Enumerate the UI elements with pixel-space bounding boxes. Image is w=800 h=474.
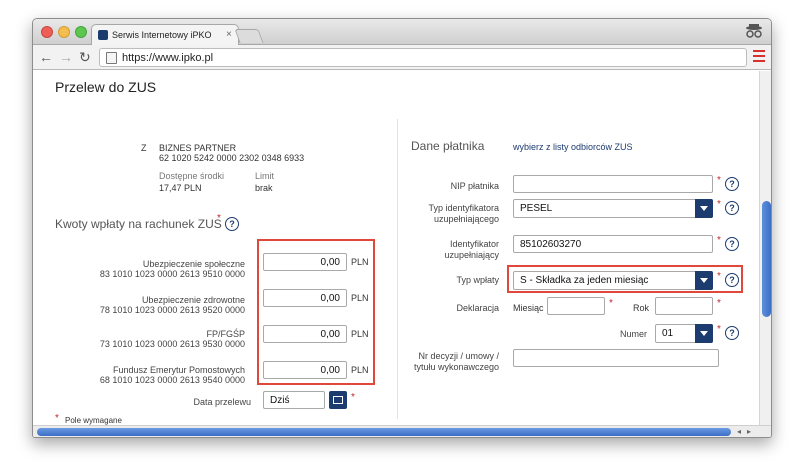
- reload-button[interactable]: ↻: [79, 49, 91, 65]
- payment-type-help-icon[interactable]: ?: [725, 273, 739, 287]
- decision-number-input[interactable]: [513, 349, 719, 367]
- amount-row-2-input[interactable]: [263, 289, 347, 307]
- browser-toolbar: ← → ↻ https://www.ipko.pl: [33, 45, 771, 70]
- sender-account: 62 1020 5242 0000 2302 0348 6933: [159, 153, 305, 163]
- required-star: *: [717, 324, 721, 335]
- back-button[interactable]: ←: [39, 49, 53, 65]
- browser-menu-icon[interactable]: [753, 50, 765, 64]
- id-type-label-line2: uzupełniającego: [433, 214, 499, 224]
- payment-type-select[interactable]: S - Składka za jeden miesiąc: [513, 271, 713, 290]
- new-tab-button[interactable]: [234, 29, 264, 43]
- amount-row-1-input[interactable]: [263, 253, 347, 271]
- payer-section-title: Dane płatnika: [411, 139, 485, 153]
- nip-label: NIP płatnika: [450, 181, 499, 191]
- year-input[interactable]: [655, 297, 713, 315]
- decision-label-line1: Nr decyzji / umowy /: [418, 351, 499, 361]
- available-funds-value: 17,47 PLN: [159, 183, 202, 193]
- close-window-button[interactable]: [41, 26, 53, 38]
- address-bar[interactable]: https://www.ipko.pl: [99, 48, 747, 67]
- amount-row-1-account: 83 1010 1023 0000 2613 9510 0000: [99, 269, 245, 279]
- maximize-window-button[interactable]: [75, 26, 87, 38]
- vertical-scrollbar-thumb[interactable]: [762, 201, 771, 317]
- forward-button[interactable]: →: [59, 49, 73, 65]
- number-select[interactable]: 01: [655, 324, 713, 343]
- required-note-star: *: [55, 413, 59, 424]
- amount-row-4-input[interactable]: [263, 361, 347, 379]
- limit-value: brak: [255, 183, 273, 193]
- page-title: Przelew do ZUS: [55, 79, 157, 95]
- number-selected: 01: [662, 328, 674, 339]
- transfer-date-label: Data przelewu: [193, 397, 251, 407]
- scroll-left-icon[interactable]: ◂: [737, 427, 741, 436]
- amounts-help-icon[interactable]: ?: [225, 217, 239, 231]
- payment-type-label: Typ wpłaty: [456, 275, 499, 285]
- ipko-favicon-icon: [98, 30, 108, 40]
- browser-tab[interactable]: Serwis Internetowy iPKO ×: [91, 24, 239, 45]
- id-label-line2: uzupełniający: [444, 250, 499, 260]
- number-label: Numer: [619, 329, 647, 339]
- id-type-help-icon[interactable]: ?: [725, 201, 739, 215]
- declaration-label: Deklaracja: [456, 303, 499, 313]
- limit-label: Limit: [255, 171, 275, 181]
- required-star: *: [717, 175, 721, 186]
- nip-input[interactable]: [513, 175, 713, 193]
- amount-row-4-account: 68 1010 1023 0000 2613 9540 0000: [99, 375, 245, 385]
- scroll-right-icon[interactable]: ▸: [747, 427, 751, 436]
- month-input[interactable]: [547, 297, 605, 315]
- supplementary-id-input[interactable]: [513, 235, 713, 253]
- amount-row-2-account: 78 1010 1023 0000 2613 9520 0000: [99, 305, 245, 315]
- chevron-down-icon: [695, 324, 713, 343]
- year-label: Rok: [633, 303, 650, 313]
- horizontal-scrollbar-thumb[interactable]: [37, 428, 731, 436]
- url-text: https://www.ipko.pl: [122, 52, 214, 64]
- amount-row-4-currency: PLN: [351, 365, 369, 375]
- vertical-scrollbar[interactable]: [759, 71, 771, 425]
- number-help-icon[interactable]: ?: [725, 326, 739, 340]
- id-type-label-line1: Typ identyfikatora: [428, 203, 499, 213]
- supplementary-id-help-icon[interactable]: ?: [725, 237, 739, 251]
- required-note: Pole wymagane: [65, 416, 122, 425]
- payment-type-selected: S - Składka za jeden miesiąc: [520, 275, 649, 286]
- chevron-down-icon: [695, 199, 713, 218]
- decision-label-line2: tytułu wykonawczego: [413, 362, 499, 372]
- choose-zus-recipient-link[interactable]: wybierz z listy odbiorców ZUS: [513, 142, 633, 152]
- id-type-selected: PESEL: [520, 203, 553, 214]
- sender-prefix: Z: [141, 143, 147, 153]
- amounts-section-title: Kwoty wpłaty na rachunek ZUS: [55, 217, 222, 231]
- nip-help-icon[interactable]: ?: [725, 177, 739, 191]
- required-star: *: [717, 298, 721, 309]
- required-star: *: [717, 235, 721, 246]
- title-bar: Serwis Internetowy iPKO ×: [33, 19, 771, 45]
- required-star: *: [717, 271, 721, 282]
- required-star: *: [609, 298, 613, 309]
- browser-window: Serwis Internetowy iPKO × ← → ↻ https://…: [32, 18, 772, 438]
- amount-row-1-currency: PLN: [351, 257, 369, 267]
- amount-row-3-input[interactable]: [263, 325, 347, 343]
- section-divider: [397, 119, 398, 419]
- close-tab-icon[interactable]: ×: [226, 29, 232, 40]
- page-content: Przelew do ZUS Z BIZNES PARTNER 62 1020 …: [33, 71, 759, 425]
- id-type-select[interactable]: PESEL: [513, 199, 713, 218]
- tab-title: Serwis Internetowy iPKO: [112, 30, 212, 40]
- required-star: *: [217, 213, 221, 224]
- amount-row-3-account: 73 1010 1023 0000 2613 9530 0000: [99, 339, 245, 349]
- required-star: *: [351, 392, 355, 403]
- minimize-window-button[interactable]: [58, 26, 70, 38]
- required-star: *: [717, 199, 721, 210]
- transfer-date-input[interactable]: [263, 391, 325, 409]
- month-label: Miesiąc: [513, 303, 544, 313]
- calendar-icon[interactable]: [329, 391, 347, 409]
- id-label-line1: Identyfikator: [449, 239, 499, 249]
- amount-row-3-currency: PLN: [351, 329, 369, 339]
- incognito-icon: [743, 23, 765, 39]
- chevron-down-icon: [695, 271, 713, 290]
- page-icon: [106, 52, 117, 64]
- amount-row-2-currency: PLN: [351, 293, 369, 303]
- horizontal-scrollbar[interactable]: ◂ ▸: [33, 425, 771, 437]
- available-funds-label: Dostępne środki: [159, 171, 225, 181]
